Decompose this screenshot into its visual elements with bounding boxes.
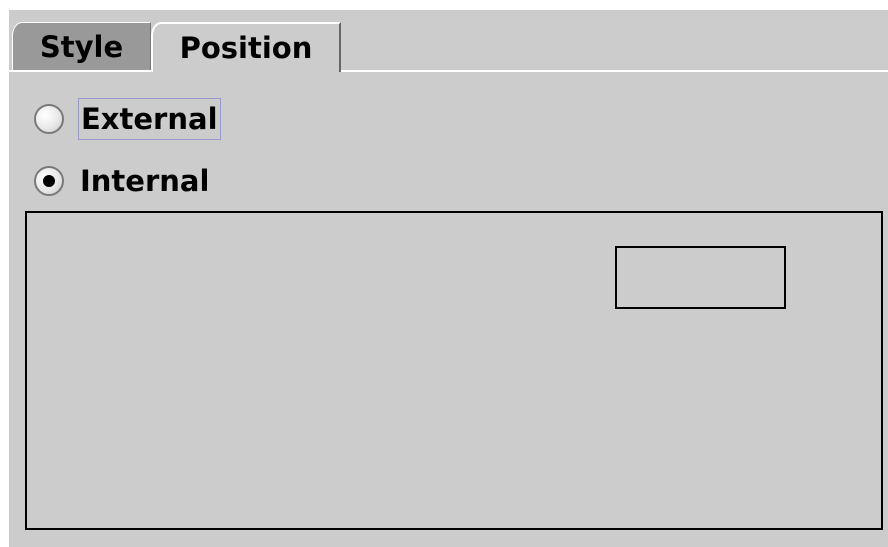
tab-style[interactable]: Style (12, 22, 151, 70)
radio-external-label: External (78, 98, 221, 140)
radio-internal[interactable]: Internal (34, 159, 211, 203)
legend-settings-panel: Style Position External Internal (9, 10, 888, 547)
tab-position[interactable]: Position (151, 22, 341, 72)
tab-divider (9, 70, 888, 72)
radio-external[interactable]: External (34, 97, 221, 141)
radio-button-checked-icon[interactable] (34, 166, 64, 196)
tab-style-label: Style (39, 29, 124, 64)
radio-button-unchecked-icon[interactable] (34, 104, 64, 134)
position-preview-area[interactable] (25, 211, 883, 530)
radio-internal-label: Internal (80, 164, 210, 198)
tab-bar: Style Position (9, 10, 888, 72)
legend-position-box[interactable] (615, 246, 786, 309)
tab-position-label: Position (179, 31, 313, 65)
